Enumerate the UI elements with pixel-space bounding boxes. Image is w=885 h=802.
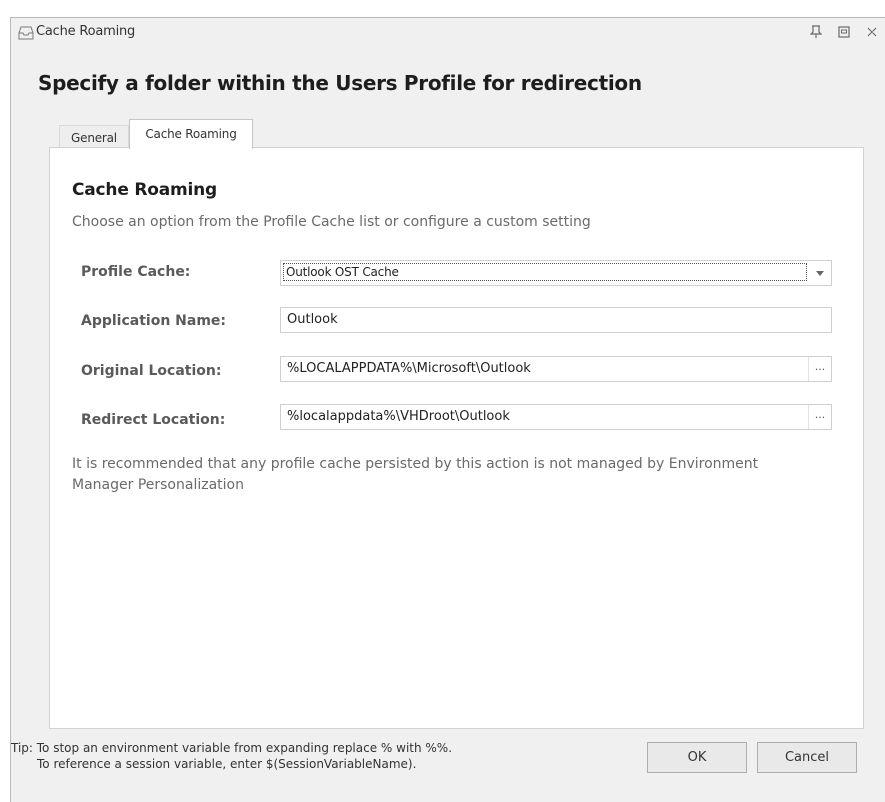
window-title: Cache Roaming — [36, 24, 136, 39]
recommendation-note: It is recommended that any profile cache… — [72, 456, 759, 493]
ok-button[interactable]: OK — [647, 742, 747, 773]
application-name-label: Application Name: — [81, 313, 227, 329]
tab-general[interactable]: General — [59, 125, 129, 147]
section-description: Choose an option from the Profile Cache … — [72, 214, 591, 230]
chevron-down-icon[interactable] — [809, 261, 831, 285]
window-icon — [18, 25, 34, 40]
original-location-label: Original Location: — [81, 363, 222, 379]
pin-icon[interactable] — [807, 23, 825, 41]
title-bar: Cache Roaming — [11, 18, 885, 46]
original-location-value: %LOCALAPPDATA%\Microsoft\Outlook — [287, 361, 531, 376]
profile-cache-value: Outlook OST Cache — [283, 263, 807, 281]
maximize-icon[interactable] — [835, 23, 853, 41]
tip-text: Tip: To stop an environment variable fro… — [11, 740, 452, 772]
page-title: Specify a folder within the Users Profil… — [38, 71, 642, 95]
original-location-input[interactable]: %LOCALAPPDATA%\Microsoft\Outlook ··· — [280, 356, 832, 382]
tab-cache-roaming[interactable]: Cache Roaming — [129, 119, 253, 149]
tip-line-2: To reference a session variable, enter $… — [37, 757, 417, 771]
tab-panel: Cache Roaming Choose an option from the … — [49, 147, 864, 729]
redirect-location-value: %localappdata%\VHDroot\Outlook — [287, 409, 510, 424]
cancel-button[interactable]: Cancel — [757, 742, 857, 773]
redirect-location-input[interactable]: %localappdata%\VHDroot\Outlook ··· — [280, 404, 832, 430]
profile-cache-select[interactable]: Outlook OST Cache — [280, 260, 832, 286]
redirect-location-label: Redirect Location: — [81, 412, 226, 428]
original-location-browse-button[interactable]: ··· — [808, 357, 831, 381]
close-icon[interactable] — [863, 23, 881, 41]
profile-cache-label: Profile Cache: — [81, 264, 191, 280]
tip-line-1: Tip: To stop an environment variable fro… — [11, 741, 453, 755]
dialog-window: Cache Roaming Specify a folder within th… — [10, 17, 885, 802]
application-name-input[interactable]: Outlook — [280, 307, 832, 333]
redirect-location-browse-button[interactable]: ··· — [808, 405, 831, 429]
section-title: Cache Roaming — [72, 180, 218, 200]
